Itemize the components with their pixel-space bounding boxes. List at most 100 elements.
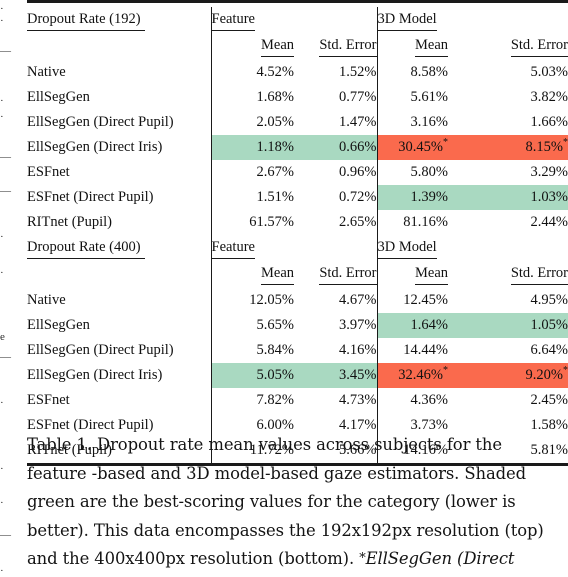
bleed-mark: — (0, 152, 11, 163)
caption-line-4: better). This data encompasses the 192x1… (27, 520, 544, 540)
cell-feature-stderr-value: 2.65% (339, 214, 377, 230)
group-header-spacer (464, 7, 568, 34)
cell-feature-mean-value: 2.67% (256, 164, 294, 180)
cell-feature-stderr: 0.77% (294, 85, 377, 110)
cell-model-mean: 1.64% (376, 313, 464, 338)
table-row: EllSegGen 1.68% 0.77% 5.61% 3.82% (27, 85, 568, 110)
table-row: RITnet (Pupil) 61.57% 2.65% 81.16% 2.44% (27, 210, 568, 235)
group-header-3d-model: 3D Model (376, 7, 464, 34)
subheader-feature-mean-text: Mean (260, 37, 294, 57)
cell-model-stderr-value: 1.66% (530, 114, 568, 130)
cell-model-mean: 30.45%* (376, 135, 464, 160)
cell-feature-stderr: 1.47% (294, 110, 377, 135)
group-header-feature-text: Feature (211, 11, 255, 31)
cell-feature-stderr-value: 3.45% (339, 367, 377, 383)
table-row: EllSegGen (Direct Pupil) 5.84% 4.16% 14.44%… (27, 338, 568, 363)
bleed-mark: · (0, 232, 4, 243)
subheader-model-mean: Mean (376, 262, 464, 288)
cell-feature-stderr-value: 1.47% (339, 114, 377, 130)
cell-feature-stderr: 3.97% (294, 313, 377, 338)
subheader-model-mean: Mean (376, 34, 464, 60)
cell-feature-stderr: 2.65% (294, 210, 377, 235)
cell-model-stderr: 9.20%* (464, 363, 568, 388)
table-row: ESFnet 2.67% 0.96% 5.80% 3.29% (27, 160, 568, 185)
bleed-mark: — (0, 46, 11, 57)
cell-model-stderr-value: 2.45% (530, 392, 568, 408)
bleed-mark: · (0, 498, 4, 509)
cell-feature-stderr-value: 4.67% (339, 292, 377, 308)
subheader-feature-stderr-text: Std. Error (319, 265, 377, 285)
cell-model-stderr: 1.66% (464, 110, 568, 135)
cell-model-stderr: 1.05% (464, 313, 568, 338)
cell-feature-mean: 1.18% (210, 135, 294, 160)
cell-model-mean-value: 3.16% (410, 114, 448, 130)
row-label: EllSegGen (Direct Iris) (27, 139, 163, 155)
cell-feature-mean: 2.05% (210, 110, 294, 135)
cell-feature-stderr: 4.16% (294, 338, 377, 363)
cell-feature-mean-value: 7.82% (256, 392, 294, 408)
cell-feature-stderr: 3.45% (294, 363, 377, 388)
cell-model-stderr-value: 3.82% (530, 89, 568, 105)
cell-model-stderr: 4.95% (464, 288, 568, 313)
bleed-mark: · (0, 398, 4, 409)
bleed-mark: e (0, 332, 5, 343)
cell-model-stderr: 6.64% (464, 338, 568, 363)
section-title-text: Dropout Rate (400) (27, 239, 145, 259)
cell-feature-mean: 1.68% (210, 85, 294, 110)
section-title: Dropout Rate (400) (27, 235, 211, 262)
bleed-mark: — (0, 352, 11, 363)
cell-model-stderr: 2.45% (464, 388, 568, 413)
cell-feature-mean-value: 1.18% (256, 139, 294, 155)
section-title-text: Dropout Rate (192) (27, 11, 145, 31)
cell-model-stderr: 5.03% (464, 60, 568, 85)
cell-model-stderr-value: 3.29% (530, 164, 568, 180)
cell-model-mean: 5.61% (376, 85, 464, 110)
subheader-model-stderr: Std. Error (464, 262, 568, 288)
cell-feature-mean: 5.05% (210, 363, 294, 388)
cell-feature-mean-value: 4.52% (256, 64, 294, 80)
group-header-feature-text: Feature (211, 239, 255, 259)
cell-model-mean: 14.44% (376, 338, 464, 363)
cell-model-mean-value: 32.46% (398, 367, 443, 383)
row-label: EllSegGen (Direct Pupil) (27, 114, 174, 130)
cell-feature-stderr-value: 4.73% (339, 392, 377, 408)
cell-model-stderr-value: 8.15% (525, 139, 563, 155)
table-row: EllSegGen (Direct Iris) 1.18% 0.66% 30.45%*… (27, 135, 568, 160)
cell-feature-stderr-value: 0.66% (339, 139, 377, 155)
cell-feature-stderr-value: 0.72% (339, 189, 377, 205)
cell-model-stderr-value: 1.05% (530, 317, 568, 333)
cell-feature-mean-value: 5.84% (256, 342, 294, 358)
cell-model-stderr-value: 2.44% (530, 214, 568, 230)
table-caption: Table 1. Dropout rate mean values across… (27, 431, 568, 574)
caption-line-1: Table 1. Dropout rate mean values across… (27, 435, 502, 454)
section-title: Dropout Rate (192) (27, 7, 211, 34)
group-header-spacer (464, 235, 568, 262)
cell-feature-mean-value: 12.05% (249, 292, 294, 308)
footnote-star-marker: * (563, 137, 568, 149)
cell-model-mean-value: 5.80% (410, 164, 448, 180)
table-row: Native 12.05% 4.67% 12.45% 4.95% (27, 288, 568, 313)
table-1-container: Dropout Rate (192) Feature 3D Model Mean Std… (27, 0, 568, 469)
cell-feature-stderr: 0.72% (294, 185, 377, 210)
cell-feature-stderr-value: 3.97% (339, 317, 377, 333)
cell-model-mean-value: 30.45% (398, 139, 443, 155)
cell-model-mean: 3.16% (376, 110, 464, 135)
row-label: RITnet (Pupil) (27, 214, 112, 230)
subheader-feature-mean: Mean (210, 262, 294, 288)
bleed-mark: — (0, 186, 11, 197)
cell-feature-mean-value: 1.68% (256, 89, 294, 105)
cell-model-mean-value: 8.58% (410, 64, 448, 80)
bleed-mark: · (0, 268, 4, 279)
cell-model-stderr-value: 5.03% (530, 64, 568, 80)
subheader-feature-mean: Mean (210, 34, 294, 60)
cell-model-mean-value: 1.39% (410, 189, 448, 205)
footnote-star-marker: * (563, 365, 568, 377)
row-label: ESFnet (Direct Pupil) (27, 189, 154, 205)
row-label: EllSegGen (27, 89, 90, 105)
cell-model-mean: 32.46%* (376, 363, 464, 388)
cell-feature-mean-value: 61.57% (249, 214, 294, 230)
cell-feature-mean: 12.05% (210, 288, 294, 313)
subheader-label-spacer (27, 34, 211, 60)
subheader-model-mean-text: Mean (414, 265, 448, 285)
bleed-mark: · (0, 566, 4, 577)
